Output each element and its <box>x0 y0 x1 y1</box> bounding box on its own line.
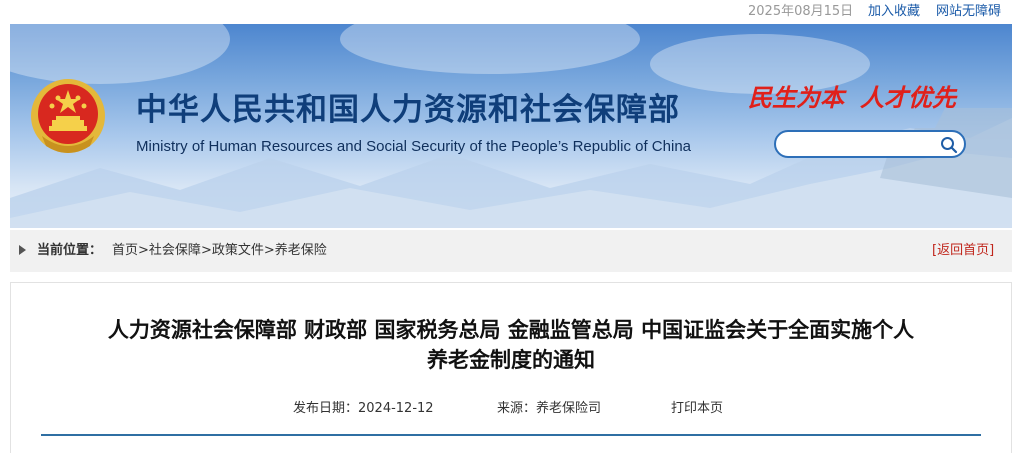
slogan: 民生为本 人才优先 <box>748 78 956 113</box>
search-icon[interactable] <box>940 136 958 154</box>
publish-date-value: 2024-12-12 <box>358 401 434 416</box>
search-box <box>774 130 966 158</box>
print-page-link[interactable]: 打印本页 <box>671 397 723 416</box>
article-title-line-1: 人力资源社会保障部 财政部 国家税务总局 金融监管总局 中国证监会关于全面实施个… <box>107 318 915 342</box>
add-favorite-link[interactable]: 加入收藏 <box>868 0 920 24</box>
breadcrumb-policy-documents[interactable]: 政策文件 <box>212 243 264 258</box>
site-title-chinese: 中华人民共和国人力资源和社会保障部 <box>136 92 680 128</box>
cloud-decoration <box>10 24 230 84</box>
title-divider <box>41 434 981 436</box>
publish-date-label: 发布日期： <box>293 401 359 416</box>
breadcrumb-social-security[interactable]: 社会保障 <box>149 243 201 258</box>
slogan-right: 人才优先 <box>860 83 956 112</box>
current-date: 2025年08月15日 <box>748 4 854 19</box>
slogan-left: 民生为本 <box>748 83 844 112</box>
article-title: 人力资源社会保障部 财政部 国家税务总局 金融监管总局 中国证监会关于全面实施个… <box>11 315 1011 375</box>
breadcrumb-pension-insurance[interactable]: 养老保险 <box>275 243 327 258</box>
national-emblem-icon <box>31 79 105 153</box>
search-input[interactable] <box>786 135 936 153</box>
breadcrumb-separator: > <box>200 243 212 258</box>
cloud-decoration <box>340 24 640 74</box>
article-panel: 人力资源社会保障部 财政部 国家税务总局 金融监管总局 中国证监会关于全面实施个… <box>10 282 1012 453</box>
back-home-link[interactable]: [返回首页] <box>932 230 994 272</box>
breadcrumb: 首页>社会保障>政策文件>养老保险 <box>112 230 327 272</box>
site-banner: 中华人民共和国人力资源和社会保障部 Ministry of Human Reso… <box>10 24 1012 228</box>
source-label: 来源： <box>497 401 537 416</box>
breadcrumb-separator: > <box>263 243 275 258</box>
breadcrumb-home[interactable]: 首页 <box>112 243 138 258</box>
accessibility-link[interactable]: 网站无障碍 <box>936 0 1001 24</box>
breadcrumb-separator: > <box>138 243 149 258</box>
top-utility-bar: 2025年08月15日 加入收藏 网站无障碍 <box>10 0 1012 24</box>
article-title-line-2: 养老金制度的通知 <box>427 348 595 372</box>
play-arrow-icon <box>19 245 26 255</box>
breadcrumb-bar: 当前位置： 首页>社会保障>政策文件>养老保险 [返回首页] <box>10 230 1012 272</box>
source-value: 养老保险司 <box>536 401 602 416</box>
site-title-english: Ministry of Human Resources and Social S… <box>136 138 691 155</box>
breadcrumb-label: 当前位置： <box>37 243 103 258</box>
publish-date: 发布日期：2024-12-12 <box>293 397 434 416</box>
article-source: 来源：养老保险司 <box>497 397 601 416</box>
